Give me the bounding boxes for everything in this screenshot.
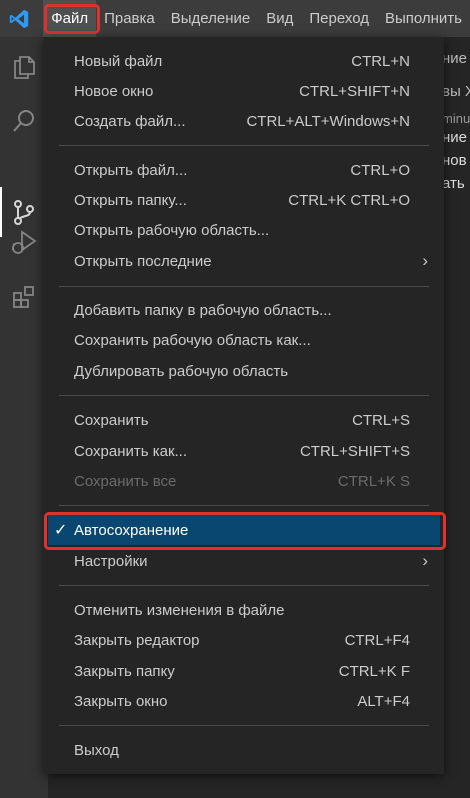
- menu-item-new-window[interactable]: Новое окно CTRL+SHIFT+N: [48, 76, 440, 106]
- menu-item-create-file[interactable]: Создать файл... CTRL+ALT+Windows+N: [48, 106, 440, 136]
- menu-item-label: Открыть рабочую область...: [74, 221, 270, 239]
- menu-item-open-recent[interactable]: Открыть последние ›: [48, 246, 440, 276]
- menu-item-shortcut: CTRL+F4: [344, 631, 410, 649]
- menu-item-shortcut: CTRL+SHIFT+S: [299, 442, 410, 460]
- checkmark-icon: ✓: [54, 522, 68, 539]
- menu-item-duplicate-workspace[interactable]: Дублировать рабочую область: [48, 356, 440, 386]
- menu-item-label: Закрыть редактор: [74, 631, 200, 649]
- menu-item-add-folder-to-workspace[interactable]: Добавить папку в рабочую область...: [48, 295, 440, 325]
- menu-item-label: Новый файл: [74, 52, 163, 70]
- file-menu-dropdown: Новый файл CTRL+N Новое окно CTRL+SHIFT+…: [44, 37, 444, 774]
- sidebar-text-3: minu: [442, 111, 470, 126]
- menu-item-close-window[interactable]: Закрыть окно ALT+F4: [48, 686, 440, 716]
- sidebar-text-6: ать: [442, 175, 465, 192]
- menu-separator: [59, 505, 429, 506]
- menu-item-shortcut: CTRL+ALT+Windows+N: [246, 112, 410, 130]
- menu-item-shortcut: CTRL+K S: [337, 472, 410, 490]
- menu-item-close-folder[interactable]: Закрыть папку CTRL+K F: [48, 656, 440, 686]
- chevron-right-icon: ›: [422, 551, 428, 570]
- chevron-right-icon: ›: [422, 251, 428, 270]
- menu-item-open-file[interactable]: Открыть файл... CTRL+O: [48, 155, 440, 185]
- menu-item-open-folder[interactable]: Открыть папку... CTRL+K CTRL+O: [48, 185, 440, 215]
- activity-bar: [0, 37, 48, 798]
- menu-item-shortcut: CTRL+K CTRL+O: [288, 191, 410, 209]
- vscode-logo-icon: [0, 0, 37, 37]
- search-icon[interactable]: [0, 97, 48, 145]
- menu-item-label: Сохранить: [74, 411, 149, 429]
- menu-item-preferences[interactable]: Настройки ›: [48, 546, 440, 576]
- menu-item-label: Сохранить как...: [74, 442, 188, 460]
- menu-item-label: Отменить изменения в файле: [74, 601, 285, 619]
- menu-file[interactable]: Файл: [43, 0, 97, 37]
- menu-separator: [59, 286, 429, 287]
- menu-item-label: Настройки: [74, 552, 148, 570]
- menu-item-label: Дублировать рабочую область: [74, 362, 289, 380]
- menu-item-shortcut: CTRL+K F: [338, 662, 410, 680]
- menu-run[interactable]: Выполнить: [377, 0, 470, 37]
- menu-item-exit[interactable]: Выход: [48, 735, 440, 765]
- menu-item-shortcut: CTRL+SHIFT+N: [299, 82, 410, 100]
- menu-selection[interactable]: Выделение: [163, 0, 258, 37]
- menu-item-revert-file[interactable]: Отменить изменения в файле: [48, 595, 440, 625]
- menu-item-shortcut: CTRL+S: [352, 411, 410, 429]
- menu-item-close-editor[interactable]: Закрыть редактор CTRL+F4: [48, 625, 440, 655]
- menu-go[interactable]: Переход: [301, 0, 377, 37]
- menu-item-label: Выход: [74, 741, 119, 759]
- explorer-icon[interactable]: [0, 43, 48, 91]
- menu-view[interactable]: Вид: [258, 0, 301, 37]
- menu-item-label: Добавить папку в рабочую область...: [74, 301, 332, 319]
- menu-item-save-workspace-as[interactable]: Сохранить рабочую область как...: [48, 325, 440, 355]
- menu-item-label: Открыть файл...: [74, 161, 188, 179]
- run-debug-icon[interactable]: [0, 218, 48, 266]
- menu-item-save[interactable]: Сохранить CTRL+S: [48, 405, 440, 435]
- menu-item-label: Сохранить все: [74, 472, 177, 490]
- extensions-icon[interactable]: [0, 273, 48, 321]
- menu-item-save-as[interactable]: Сохранить как... CTRL+SHIFT+S: [48, 436, 440, 466]
- menu-item-label: Закрыть окно: [74, 692, 168, 710]
- sidebar-text-1: ние: [442, 50, 468, 67]
- menu-item-shortcut: ALT+F4: [357, 692, 410, 710]
- sidebar-text-4: ние: [442, 129, 468, 146]
- menu-item-label: Новое окно: [74, 82, 154, 100]
- menu-separator: [59, 145, 429, 146]
- menu-item-save-all: Сохранить все CTRL+K S: [48, 466, 440, 496]
- menu-separator: [59, 585, 429, 586]
- sidebar-text-2: вы X: [442, 83, 470, 100]
- sidebar-text-5: нов: [442, 152, 467, 169]
- menu-separator: [59, 725, 429, 726]
- menu-item-label: Сохранить рабочую область как...: [74, 331, 311, 349]
- menu-edit[interactable]: Правка: [96, 0, 163, 37]
- menu-item-open-workspace[interactable]: Открыть рабочую область...: [48, 215, 440, 245]
- menu-item-label: Открыть последние: [74, 252, 212, 270]
- menu-item-shortcut: CTRL+O: [350, 161, 410, 179]
- menu-item-auto-save[interactable]: ✓ Автосохранение: [48, 515, 440, 545]
- menu-item-shortcut: CTRL+N: [351, 52, 410, 70]
- menu-item-label: Закрыть папку: [74, 662, 175, 680]
- menu-item-label: Открыть папку...: [74, 191, 187, 209]
- menu-separator: [59, 395, 429, 396]
- menu-item-label: Автосохранение: [74, 521, 189, 539]
- menu-item-new-file[interactable]: Новый файл CTRL+N: [48, 46, 440, 76]
- menu-bar: Файл Правка Выделение Вид Переход Выполн…: [0, 0, 470, 37]
- menu-item-label: Создать файл...: [74, 112, 186, 130]
